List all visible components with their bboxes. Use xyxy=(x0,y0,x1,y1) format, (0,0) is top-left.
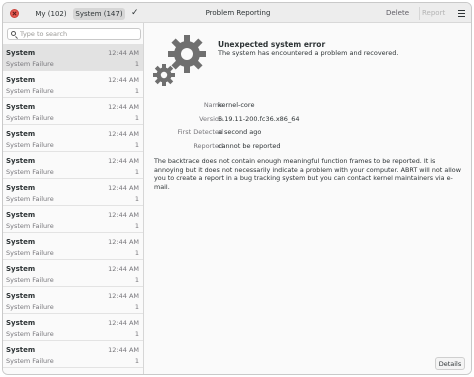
problem-list-item[interactable]: System System Failure 12:44 AM 1 xyxy=(3,44,143,71)
checkmark-icon[interactable]: ✓ xyxy=(131,7,139,19)
problem-count: 1 xyxy=(134,87,139,95)
delete-button[interactable]: Delete xyxy=(386,7,409,20)
problem-count: 1 xyxy=(134,330,139,338)
problem-list-item[interactable]: System System Failure 12:44 AM 1 xyxy=(3,179,143,206)
problem-detail-pane: Unexpected system error The system has e… xyxy=(144,23,471,374)
problem-time: 12:44 AM xyxy=(108,292,139,300)
problem-list-item[interactable]: System System Failure 12:44 AM 1 xyxy=(3,341,143,368)
problem-title-text: System xyxy=(6,373,35,374)
problem-list-item[interactable]: System System Failure 12:44 AM 1 xyxy=(3,233,143,260)
problem-list-item[interactable]: System System Failure 12:44 AM 1 xyxy=(3,152,143,179)
problem-title-text: System xyxy=(6,157,36,165)
report-button: Report xyxy=(422,9,446,17)
info-value: cannot be reported xyxy=(218,141,281,150)
problem-subtitle-text: System Failure xyxy=(6,222,54,230)
problem-count: 1 xyxy=(134,303,139,311)
menu-icon[interactable] xyxy=(455,7,467,20)
problem-subtitle-text: System Failure xyxy=(6,60,54,68)
problem-time: 12:44 AM xyxy=(108,373,139,374)
problem-time: 12:44 AM xyxy=(108,346,139,354)
problem-count: 1 xyxy=(134,276,139,284)
search-box[interactable] xyxy=(7,28,141,40)
problem-title-text: System xyxy=(6,49,36,57)
problem-title: Unexpected system error xyxy=(218,40,326,49)
search-input[interactable] xyxy=(20,29,138,39)
problem-subtitle-text: System Failure xyxy=(6,249,54,257)
problem-time: 12:44 AM xyxy=(108,103,139,111)
problem-subtitle-text: System Failure xyxy=(6,87,54,95)
problem-time: 12:44 AM xyxy=(108,319,139,327)
problem-title-text: System xyxy=(6,346,36,354)
info-row-reported: Reported cannot be reported xyxy=(154,142,464,156)
problem-subtitle-text: System Failure xyxy=(6,141,54,149)
problem-title-text: System xyxy=(6,184,36,192)
problem-title-text: System xyxy=(6,319,36,327)
problem-list-sidebar: SystemSystem Failure12:44 AM1SystemSyste… xyxy=(3,23,144,374)
problem-info: Name kernel-core Version 5.19.11-200.fc3… xyxy=(154,101,464,155)
problem-time: 12:44 AM xyxy=(108,238,139,246)
info-row-name: Name kernel-core xyxy=(154,101,464,115)
problem-subtitle: The system has encountered a problem and… xyxy=(218,49,399,57)
problem-subtitle-text: System Failure xyxy=(6,276,54,284)
gears-icon xyxy=(153,35,206,86)
problem-list-item[interactable]: System System Failure 12:44 AM 1 xyxy=(3,314,143,341)
header-bar: My (102) System (147) ✓ Problem Reportin… xyxy=(3,3,471,23)
problem-time: 12:44 AM xyxy=(108,130,139,138)
info-value: a second ago xyxy=(218,128,262,136)
tab-system-problems[interactable]: System (147) xyxy=(73,8,125,20)
problem-title-text: System xyxy=(6,211,36,219)
problem-count: 1 xyxy=(134,357,139,365)
problem-list-item[interactable]: System System Failure 12:44 AM 1 xyxy=(3,287,143,314)
problem-subtitle-text: System Failure xyxy=(6,303,54,311)
tab-my-problems[interactable]: My (102) xyxy=(30,8,72,20)
info-row-version: Version 5.19.11-200.fc36.x86_64 xyxy=(154,115,464,129)
problem-message: The backtrace does not contain enough me… xyxy=(154,157,461,191)
problem-time: 12:44 AM xyxy=(108,76,139,84)
info-label: First Detected xyxy=(177,128,223,136)
window-title: Problem Reporting xyxy=(205,9,271,17)
problem-subtitle-text: System Failure xyxy=(6,195,54,203)
problem-list-item[interactable]: System System Failure 12:44 AM 1 xyxy=(3,260,143,287)
problem-list-item[interactable]: System 12:44 AM xyxy=(3,368,143,374)
info-row-first-detected: First Detected a second ago xyxy=(154,128,464,142)
problem-subtitle-text: System Failure xyxy=(6,168,54,176)
problem-title-text: System xyxy=(6,292,36,300)
info-value: kernel-core xyxy=(218,101,255,109)
close-icon[interactable] xyxy=(10,9,19,18)
problem-time: 12:44 AM xyxy=(108,265,139,273)
problem-list-item[interactable]: System System Failure 12:44 AM 1 xyxy=(3,71,143,98)
problem-list-item[interactable]: System System Failure 12:44 AM 1 xyxy=(3,206,143,233)
problem-list: System System Failure 12:44 AM 1 System Syste… xyxy=(3,44,143,374)
problem-count: 1 xyxy=(134,168,139,176)
header-divider xyxy=(419,7,420,20)
problem-time: 12:44 AM xyxy=(108,49,139,57)
info-value: 5.19.11-200.fc36.x86_64 xyxy=(218,114,300,123)
search-icon xyxy=(11,31,16,36)
problem-reporting-window: My (102) System (147) ✓ Problem Reportin… xyxy=(2,2,472,375)
problem-title-text: System xyxy=(6,130,36,138)
details-button[interactable]: Details xyxy=(435,357,465,370)
problem-subtitle-text: System Failure xyxy=(6,330,54,338)
problem-count: 1 xyxy=(134,141,139,149)
problem-subtitle-text: System Failure xyxy=(6,357,54,365)
problem-time: 12:44 AM xyxy=(108,184,139,192)
problem-list-item[interactable]: System System Failure 12:44 AM 1 xyxy=(3,98,143,125)
problem-count: 1 xyxy=(134,222,139,230)
problem-time: 12:44 AM xyxy=(108,157,139,165)
problem-time: 12:44 AM xyxy=(108,211,139,219)
problem-subtitle-text: System Failure xyxy=(6,114,54,122)
problem-list-item[interactable]: System System Failure 12:44 AM 1 xyxy=(3,125,143,152)
problem-title-text: System xyxy=(6,103,36,111)
problem-title-text: System xyxy=(6,76,36,84)
problem-title-text: System xyxy=(6,238,36,246)
problem-count: 1 xyxy=(134,60,139,68)
problem-count: 1 xyxy=(134,195,139,203)
problem-title-text: System xyxy=(6,265,36,273)
problem-count: 1 xyxy=(134,114,139,122)
problem-count: 1 xyxy=(134,249,139,257)
